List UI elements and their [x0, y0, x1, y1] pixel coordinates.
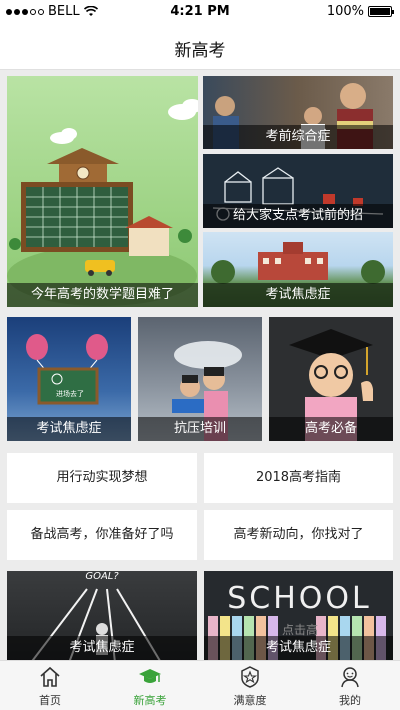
goal-text: GOAL?: [85, 571, 119, 582]
home-icon: [40, 666, 60, 687]
tab-mine-label: 我的: [339, 694, 361, 707]
tab-home-label: 首页: [39, 694, 61, 707]
featured-side-caption-1: 考前综合症: [203, 125, 393, 149]
tab-new-gaokao[interactable]: 新高考: [100, 661, 200, 710]
text-link-4[interactable]: 高考新动向，你找对了: [204, 510, 393, 560]
featured-side-tile-1[interactable]: 考前综合症: [203, 76, 393, 149]
battery-percent: 100%: [326, 4, 364, 19]
featured-main-tile[interactable]: 今年高考的数学题目难了: [7, 76, 198, 307]
graduation-cap-icon: [139, 669, 161, 683]
user-icon: [341, 667, 359, 688]
featured-main-caption: 今年高考的数学题目难了: [7, 283, 198, 307]
row-tile-caption-2: 抗压培训: [138, 417, 262, 441]
status-bar: BELL 4:21 PM 100%: [0, 0, 400, 22]
featured-side-caption-3: 考试焦虑症: [203, 283, 393, 307]
row-tile-3[interactable]: 高考必备: [269, 317, 393, 441]
tab-satisfaction[interactable]: 满意度: [200, 661, 300, 710]
tab-bar: 首页 新高考 满意度 我的: [0, 660, 400, 710]
tab-satisfaction-label: 满意度: [233, 694, 267, 707]
text-link-2[interactable]: 2018高考指南: [204, 453, 393, 503]
tab-home[interactable]: 首页: [0, 661, 100, 710]
row-tile-caption-3: 高考必备: [269, 417, 393, 441]
tab-mine[interactable]: 我的: [300, 661, 400, 710]
row-tile-caption-1: 考试焦虑症: [7, 417, 131, 441]
board-text: 进场去了: [56, 390, 84, 398]
battery-icon: [368, 6, 394, 17]
text-link-1[interactable]: 用行动实现梦想: [7, 453, 197, 503]
featured-side-tile-3[interactable]: 考试焦虑症: [203, 232, 393, 307]
text-link-3[interactable]: 备战高考，你准备好了吗: [7, 510, 197, 560]
bottom-tile-caption-2: 考试焦虑症: [204, 636, 393, 660]
row-tile-1[interactable]: 进场去了 考试焦虑症: [7, 317, 131, 441]
tab-new-gaokao-label: 新高考: [133, 694, 167, 707]
page-title: 新高考: [174, 41, 226, 61]
featured-side-caption-2: 给大家支点考试前的招: [203, 204, 393, 228]
featured-side-tile-2[interactable]: 给大家支点考试前的招: [203, 154, 393, 228]
bottom-tile-caption-1: 考试焦虑症: [7, 636, 197, 660]
row-tile-2[interactable]: 抗压培训: [138, 317, 262, 441]
nav-bar: 新高考: [0, 22, 400, 70]
star-badge-icon: [241, 666, 259, 688]
school-illustration: [7, 99, 198, 306]
